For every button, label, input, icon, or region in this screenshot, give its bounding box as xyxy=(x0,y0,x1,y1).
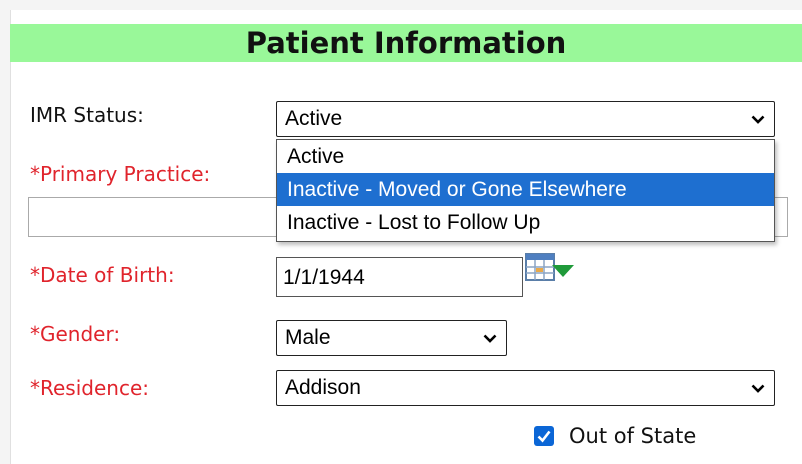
imr-status-value: Active xyxy=(285,107,343,130)
imr-status-dropdown-list[interactable]: Active Inactive - Moved or Gone Elsewher… xyxy=(276,139,775,242)
gender-label: *Gender: xyxy=(30,322,121,346)
out-of-state-checkbox[interactable] xyxy=(534,426,554,446)
residence-label: *Residence: xyxy=(30,376,149,400)
out-of-state-label: Out of State xyxy=(569,424,697,448)
chevron-down-icon xyxy=(751,115,765,124)
residence-value: Addison xyxy=(285,376,361,399)
primary-practice-label: *Primary Practice: xyxy=(30,162,211,186)
dropdown-option[interactable]: Inactive - Lost to Follow Up xyxy=(277,206,774,239)
chevron-down-icon xyxy=(751,384,765,393)
dropdown-option-highlighted[interactable]: Inactive - Moved or Gone Elsewhere xyxy=(277,173,774,206)
date-of-birth-input[interactable]: 1/1/1944 xyxy=(276,257,523,297)
date-of-birth-label: *Date of Birth: xyxy=(30,263,175,287)
gender-select[interactable]: Male xyxy=(276,320,507,356)
date-of-birth-value: 1/1/1944 xyxy=(283,266,365,290)
chevron-down-icon xyxy=(483,334,497,343)
dropdown-option[interactable]: Active xyxy=(277,140,774,173)
imr-status-label: IMR Status: xyxy=(30,103,144,127)
gender-value: Male xyxy=(285,326,331,349)
calendar-icon[interactable] xyxy=(524,251,576,287)
page-title: Patient Information xyxy=(10,24,802,62)
imr-status-select[interactable]: Active xyxy=(276,101,775,137)
checkmark-icon xyxy=(537,430,551,443)
residence-select[interactable]: Addison xyxy=(276,370,775,406)
